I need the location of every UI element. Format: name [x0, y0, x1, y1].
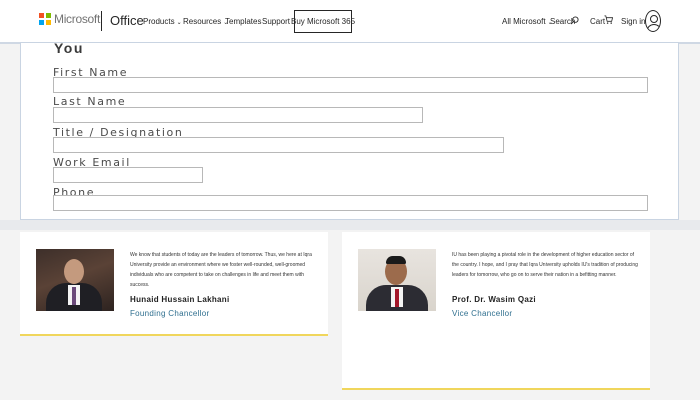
nav-resources[interactable]: Resources ⌄ — [183, 17, 228, 26]
sign-in-link[interactable]: Sign in — [621, 17, 645, 26]
nav-resources-label: Resources — [183, 17, 222, 26]
section-divider — [0, 220, 700, 230]
leader-quote: We know that students of today are the l… — [130, 252, 312, 288]
nav-templates[interactable]: Templates — [225, 17, 261, 26]
leader-photo — [36, 249, 114, 311]
last-name-input[interactable] — [53, 107, 423, 123]
title-designation-input[interactable] — [53, 137, 504, 153]
nav-all-microsoft-label: All Microsoft — [502, 17, 546, 26]
chevron-down-icon: ⌄ — [176, 20, 182, 26]
cart-button[interactable]: Cart — [590, 17, 605, 26]
search-icon[interactable] — [570, 16, 579, 25]
leader-role: Vice Chancellor — [452, 309, 513, 318]
leader-card: IU has been playing a pivotal role in th… — [342, 232, 650, 390]
buy-microsoft-365-button[interactable]: Buy Microsoft 365 — [291, 10, 355, 33]
leader-name: Hunaid Hussain Lakhani — [130, 295, 230, 304]
leader-role: Founding Chancellor — [130, 309, 210, 318]
first-name-input[interactable] — [53, 77, 648, 93]
microsoft-logo-icon — [39, 13, 51, 25]
contact-form: You First Name Last Name Title / Designa… — [20, 40, 679, 220]
nav-support[interactable]: Support — [262, 17, 290, 26]
leader-photo — [358, 249, 436, 311]
leader-card: We know that students of today are the l… — [20, 232, 328, 336]
brand-name: Microsoft — [54, 12, 100, 26]
nav-products-label: Products — [143, 17, 175, 26]
form-heading: You — [54, 40, 84, 56]
nav-all-microsoft[interactable]: All Microsoft ⌄ — [502, 17, 553, 26]
leader-quote: IU has been playing a pivotal role in th… — [452, 252, 638, 278]
nav-products[interactable]: Products ⌄ — [143, 17, 182, 26]
last-name-label: Last Name — [53, 95, 127, 108]
site-header: Microsoft Office Products ⌄ Resources ⌄ Te… — [0, 0, 700, 44]
product-name[interactable]: Office — [110, 13, 144, 28]
cart-label: Cart — [590, 17, 606, 26]
account-avatar-icon[interactable] — [645, 10, 661, 32]
header-divider — [101, 11, 102, 31]
leader-name: Prof. Dr. Wasim Qazi — [452, 295, 536, 304]
work-email-input[interactable] — [53, 167, 203, 183]
cart-icon[interactable] — [604, 15, 613, 24]
phone-input[interactable] — [53, 195, 648, 211]
microsoft-logo[interactable]: Microsoft — [39, 12, 100, 26]
